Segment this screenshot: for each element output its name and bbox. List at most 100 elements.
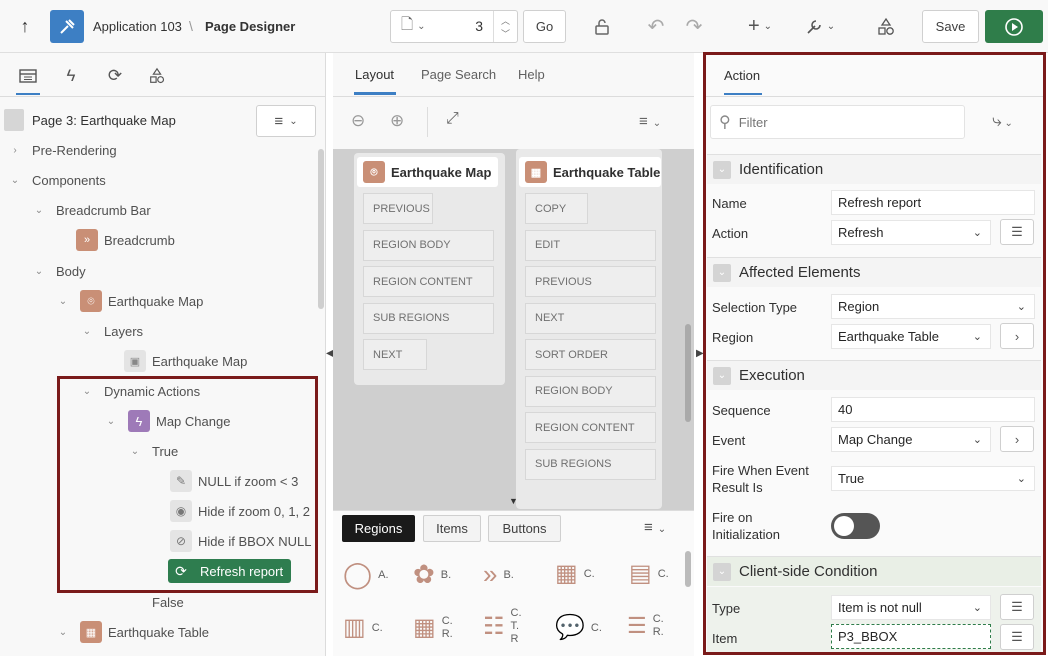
tab-page-search[interactable]: Page Search xyxy=(421,67,496,82)
section-execution[interactable]: ⌄ Execution xyxy=(707,360,1041,390)
tree-node-layer[interactable]: ▣ Earthquake Map xyxy=(124,350,247,372)
zoom-in-icon[interactable]: ⊕ xyxy=(390,111,404,131)
tree-node-pre-rendering[interactable]: › Pre-Rendering xyxy=(8,139,116,161)
tab-help[interactable]: Help xyxy=(518,67,545,82)
tree-node-dynamic-actions[interactable]: ⌄ Dynamic Actions xyxy=(80,380,200,402)
tree-node-layers[interactable]: ⌄ Layers xyxy=(80,320,143,342)
run-page-button[interactable] xyxy=(985,10,1043,43)
undo-icon[interactable]: ↶ xyxy=(642,10,670,43)
go-button[interactable]: Go xyxy=(523,10,566,43)
zoom-out-icon[interactable]: ⊖ xyxy=(351,111,365,131)
gallery-item[interactable]: ▦ C. xyxy=(555,559,595,588)
save-button[interactable]: Save xyxy=(922,10,979,43)
gallery-item[interactable]: ◯ A. xyxy=(343,559,389,590)
type-select[interactable]: Item is not null ⌄ xyxy=(831,595,991,620)
gallery-tab-regions[interactable]: Regions xyxy=(342,515,415,542)
tree-node-hide-if-bbox[interactable]: ⊘ Hide if BBOX NULL xyxy=(170,530,311,552)
region-select[interactable]: Earthquake Table ⌄ xyxy=(831,324,991,349)
tab-layout[interactable]: Layout xyxy=(355,67,394,82)
gallery-item[interactable]: » B. xyxy=(483,559,514,590)
gallery-item[interactable]: ▥ C. xyxy=(343,613,383,642)
filter-input[interactable] xyxy=(738,114,939,130)
collapse-right-icon[interactable]: ▶ xyxy=(696,348,704,359)
app-builder-icon[interactable] xyxy=(50,10,84,43)
section-identification[interactable]: ⌄ Identification xyxy=(707,154,1041,184)
sequence-field[interactable]: 40 xyxy=(831,397,1035,422)
gallery-item[interactable]: ▤ C. xyxy=(629,559,669,588)
selection-type-select[interactable]: Region ⌄ xyxy=(831,294,1035,319)
tree-menu-button[interactable]: ≡ ⌄ xyxy=(256,105,316,137)
page-node-label[interactable]: Page 3: Earthquake Map xyxy=(32,113,176,128)
section-affected-elements[interactable]: ⌄ Affected Elements xyxy=(707,257,1041,287)
region-slot[interactable]: SUB REGIONS xyxy=(363,302,494,334)
region-slot[interactable]: NEXT xyxy=(525,302,656,334)
tree-node-true[interactable]: ⌄ True xyxy=(128,440,178,462)
filter-field[interactable]: ⚲ xyxy=(710,105,965,139)
gallery-menu-icon[interactable]: ≡ ⌄ xyxy=(644,519,666,536)
redo-icon[interactable]: ↷ xyxy=(680,10,708,43)
region-slot[interactable]: NEXT xyxy=(363,339,427,370)
gallery-tab-items[interactable]: Items xyxy=(423,515,481,542)
region-title-earthquake-map[interactable]: ⌾ Earthquake Map xyxy=(357,157,498,187)
app-name-link[interactable]: Application 103 xyxy=(93,19,182,34)
region-slot[interactable]: REGION BODY xyxy=(363,229,494,261)
tab-action[interactable]: Action xyxy=(724,68,760,83)
tree-node-false[interactable]: False xyxy=(152,591,184,613)
canvas-scrollbar[interactable] xyxy=(685,324,691,422)
tree-node-refresh-report-selected[interactable]: ⟳ Refresh report xyxy=(168,559,291,583)
tree-node-earthquake-table[interactable]: ⌄ ▦ Earthquake Table xyxy=(56,621,209,643)
shared-components-icon[interactable] xyxy=(870,10,902,43)
gallery-tab-buttons[interactable]: Buttons xyxy=(488,515,561,542)
lock-icon[interactable] xyxy=(588,10,616,43)
name-field[interactable]: Refresh report xyxy=(831,190,1035,215)
tree-node-breadcrumb[interactable]: » Breadcrumb xyxy=(76,229,175,251)
region-slot[interactable]: PREVIOUS xyxy=(525,266,656,297)
up-arrow-icon[interactable]: ↑ xyxy=(12,10,38,43)
layout-menu-icon[interactable]: ≡ ⌄ xyxy=(639,113,661,130)
tree-node-earthquake-map[interactable]: ⌄ ⌾ Earthquake Map xyxy=(56,290,203,312)
region-slot[interactable]: REGION CONTENT xyxy=(525,412,656,443)
region-slot[interactable]: EDIT xyxy=(525,229,656,261)
go-to-group-icon[interactable]: ⤷ ⌄ xyxy=(992,111,1013,131)
region-slot[interactable]: SORT ORDER xyxy=(525,339,656,370)
action-select[interactable]: Refresh ⌄ xyxy=(831,220,991,245)
page-selector[interactable]: 🗋 ⌄ 3 ︿ ﹀ xyxy=(390,10,518,43)
expand-icon[interactable]: ⤢ xyxy=(446,110,459,128)
region-slot[interactable]: COPY xyxy=(525,193,588,224)
region-slot[interactable]: SUB REGIONS xyxy=(525,448,656,480)
tree-node-components[interactable]: ⌄ Components xyxy=(8,169,106,191)
section-client-side-condition[interactable]: ⌄ Client-side Condition xyxy=(707,556,1041,586)
gallery-item[interactable]: 💬 C. xyxy=(555,613,602,642)
gallery-scrollbar[interactable] xyxy=(685,551,691,587)
item-field[interactable]: P3_BBOX xyxy=(831,624,991,649)
page-number-input[interactable]: 3 xyxy=(475,18,483,34)
tree-node-map-change[interactable]: ⌄ ϟ Map Change xyxy=(104,410,230,432)
event-select[interactable]: Map Change ⌄ xyxy=(831,427,991,452)
action-list-button[interactable]: ☰ xyxy=(1000,219,1034,245)
tree-node-null-if-zoom[interactable]: ✎ NULL if zoom < 3 xyxy=(170,470,298,492)
shared-components-tab-icon[interactable] xyxy=(144,63,170,89)
create-menu-button[interactable]: + ⌄ xyxy=(738,10,782,43)
type-list-button[interactable]: ☰ xyxy=(1000,594,1034,620)
fire-on-init-toggle[interactable] xyxy=(831,513,880,539)
region-slot[interactable]: REGION BODY xyxy=(525,375,656,407)
gallery-item[interactable]: ☷ C. T. R xyxy=(483,607,522,646)
page-spinner[interactable]: ︿ ﹀ xyxy=(493,11,517,42)
region-go-button[interactable]: › xyxy=(1000,323,1034,349)
rendering-tab-icon[interactable] xyxy=(15,63,41,89)
tree-node-hide-if-zoom[interactable]: ◉ Hide if zoom 0, 1, 2 xyxy=(170,500,310,522)
tree-node-body[interactable]: ⌄ Body xyxy=(32,260,86,282)
region-slot[interactable]: PREVIOUS xyxy=(363,193,433,224)
fire-when-select[interactable]: True ⌄ xyxy=(831,466,1035,491)
region-slot[interactable]: REGION CONTENT xyxy=(363,266,494,297)
utilities-menu-button[interactable]: ⌄ xyxy=(798,10,842,43)
event-go-button[interactable]: › xyxy=(1000,426,1034,452)
item-list-button[interactable]: ☰ xyxy=(1000,624,1034,650)
tree-scrollbar[interactable] xyxy=(318,149,324,309)
region-title-earthquake-table[interactable]: ▦ Earthquake Table xyxy=(519,157,661,187)
gallery-item[interactable]: ✿ B. xyxy=(413,559,451,590)
canvas-scroll-down-icon[interactable]: ▼ xyxy=(509,496,518,506)
dynamic-actions-tab-icon[interactable]: ϟ xyxy=(58,63,84,89)
processing-tab-icon[interactable]: ⟳ xyxy=(102,63,128,89)
gallery-item[interactable]: ▦ C. R. xyxy=(413,613,453,642)
